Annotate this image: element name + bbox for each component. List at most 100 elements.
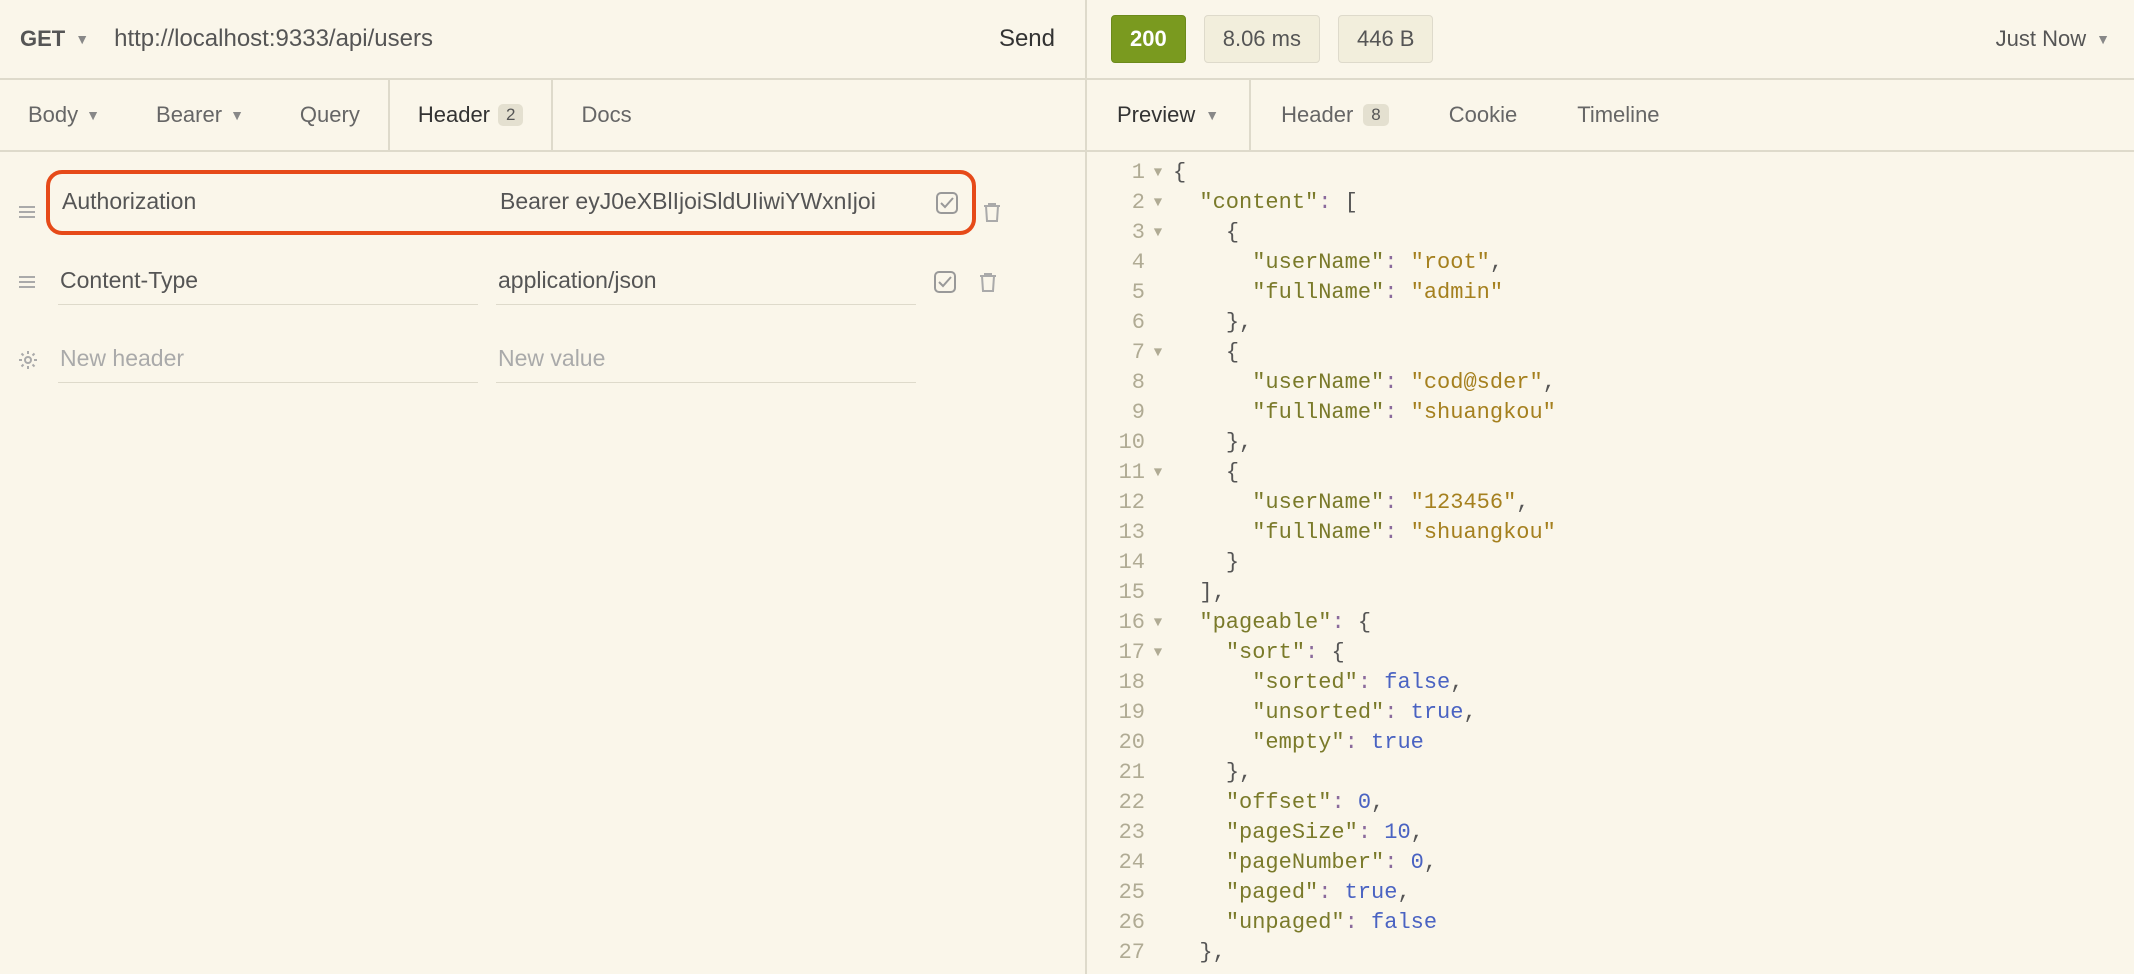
header-value-input[interactable] [496, 259, 916, 305]
checkbox-checked-icon[interactable] [934, 271, 960, 293]
highlighted-header-row [46, 170, 976, 235]
fold-toggle-icon[interactable]: ▼ [1149, 158, 1167, 188]
json-line: 26 "unpaged": false [1087, 908, 2134, 938]
line-number: 11 [1087, 458, 1149, 488]
code-content: { [1167, 158, 1186, 188]
fold-toggle-icon [1149, 578, 1167, 608]
tab-auth[interactable]: Bearer ▼ [128, 80, 272, 150]
tab-body[interactable]: Body ▼ [0, 80, 128, 150]
tab-timeline[interactable]: Timeline [1547, 80, 1689, 150]
send-button[interactable]: Send [989, 25, 1065, 53]
fold-toggle-icon [1149, 818, 1167, 848]
trash-icon[interactable] [978, 271, 1004, 293]
tab-docs-label: Docs [581, 102, 631, 128]
line-number: 2 [1087, 188, 1149, 218]
code-content: "empty": true [1167, 728, 1424, 758]
tab-query[interactable]: Query [272, 80, 388, 150]
trash-icon[interactable] [982, 201, 1008, 223]
json-line: 13 "fullName": "shuangkou" [1087, 518, 2134, 548]
json-line: 19 "unsorted": true, [1087, 698, 2134, 728]
code-content: "pageNumber": 0, [1167, 848, 1437, 878]
fold-toggle-icon[interactable]: ▼ [1149, 188, 1167, 218]
fold-toggle-icon [1149, 728, 1167, 758]
code-content: ], [1167, 578, 1226, 608]
json-line: 10 }, [1087, 428, 2134, 458]
url-bar: GET ▼ Send [0, 0, 1085, 80]
json-line: 5 "fullName": "admin" [1087, 278, 2134, 308]
tab-timeline-label: Timeline [1577, 102, 1659, 128]
headers-list [0, 152, 1085, 427]
json-line: 9 "fullName": "shuangkou" [1087, 398, 2134, 428]
drag-handle-icon[interactable] [18, 273, 40, 291]
json-line: 21 }, [1087, 758, 2134, 788]
gear-icon[interactable] [18, 350, 40, 370]
json-line: 16▼ "pageable": { [1087, 608, 2134, 638]
caret-down-icon: ▼ [2096, 31, 2110, 47]
code-content: "userName": "cod@sder", [1167, 368, 1556, 398]
line-number: 13 [1087, 518, 1149, 548]
line-number: 23 [1087, 818, 1149, 848]
line-number: 17 [1087, 638, 1149, 668]
tab-response-header[interactable]: Header 8 [1251, 80, 1419, 150]
fold-toggle-icon [1149, 938, 1167, 968]
line-number: 27 [1087, 938, 1149, 968]
code-content: "unpaged": false [1167, 908, 1437, 938]
line-number: 1 [1087, 158, 1149, 188]
json-line: 3▼ { [1087, 218, 2134, 248]
response-header-count-badge: 8 [1363, 104, 1388, 126]
fold-toggle-icon [1149, 368, 1167, 398]
request-pane: GET ▼ Send Body ▼ Bearer ▼ Query Header … [0, 0, 1087, 974]
header-name-input[interactable] [60, 180, 480, 225]
code-content: }, [1167, 938, 1226, 968]
json-line: 27 }, [1087, 938, 2134, 968]
tab-header-label: Header [418, 102, 490, 128]
tab-query-label: Query [300, 102, 360, 128]
checkbox-checked-icon[interactable] [936, 192, 962, 214]
url-input[interactable] [114, 25, 989, 53]
status-bar: 200 8.06 ms 446 B Just Now ▼ [1087, 0, 2134, 80]
json-line: 24 "pageNumber": 0, [1087, 848, 2134, 878]
response-pane: 200 8.06 ms 446 B Just Now ▼ Preview ▼ H… [1087, 0, 2134, 974]
line-number: 9 [1087, 398, 1149, 428]
tab-header[interactable]: Header 2 [388, 80, 554, 150]
fold-toggle-icon[interactable]: ▼ [1149, 338, 1167, 368]
line-number: 18 [1087, 668, 1149, 698]
json-line: 17▼ "sort": { [1087, 638, 2134, 668]
response-time-pill[interactable]: 8.06 ms [1204, 15, 1320, 63]
json-line: 23 "pageSize": 10, [1087, 818, 2134, 848]
fold-toggle-icon[interactable]: ▼ [1149, 218, 1167, 248]
history-time-label: Just Now [1996, 26, 2086, 52]
status-code-pill[interactable]: 200 [1111, 15, 1186, 63]
drag-handle-icon[interactable] [18, 203, 40, 221]
fold-toggle-icon[interactable]: ▼ [1149, 458, 1167, 488]
json-line: 8 "userName": "cod@sder", [1087, 368, 2134, 398]
http-method-select[interactable]: GET ▼ [20, 26, 89, 52]
new-header-name-input[interactable] [58, 337, 478, 383]
code-content: { [1167, 338, 1239, 368]
json-line: 15 ], [1087, 578, 2134, 608]
tab-cookie[interactable]: Cookie [1419, 80, 1547, 150]
tab-docs[interactable]: Docs [553, 80, 659, 150]
fold-toggle-icon[interactable]: ▼ [1149, 638, 1167, 668]
code-content: }, [1167, 308, 1252, 338]
code-content: "fullName": "shuangkou" [1167, 518, 1556, 548]
json-viewer[interactable]: 1▼{2▼ "content": [3▼ {4 "userName": "roo… [1087, 152, 2134, 974]
response-size-pill[interactable]: 446 B [1338, 15, 1434, 63]
code-content: }, [1167, 758, 1252, 788]
json-line: 7▼ { [1087, 338, 2134, 368]
fold-toggle-icon [1149, 878, 1167, 908]
fold-toggle-icon[interactable]: ▼ [1149, 608, 1167, 638]
line-number: 15 [1087, 578, 1149, 608]
header-name-input[interactable] [58, 259, 478, 305]
header-value-input[interactable] [498, 180, 918, 225]
line-number: 5 [1087, 278, 1149, 308]
line-number: 14 [1087, 548, 1149, 578]
line-number: 21 [1087, 758, 1149, 788]
caret-down-icon: ▼ [75, 31, 89, 47]
line-number: 8 [1087, 368, 1149, 398]
history-time-dropdown[interactable]: Just Now ▼ [1996, 26, 2110, 52]
line-number: 16 [1087, 608, 1149, 638]
fold-toggle-icon [1149, 548, 1167, 578]
new-header-value-input[interactable] [496, 337, 916, 383]
tab-preview[interactable]: Preview ▼ [1087, 80, 1251, 150]
